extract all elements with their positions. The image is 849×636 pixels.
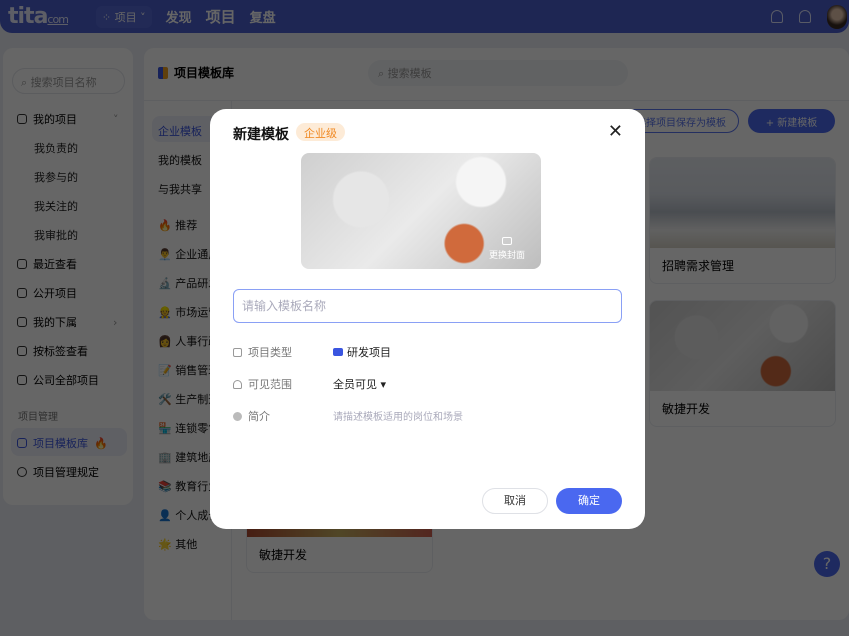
bell-icon[interactable] — [799, 10, 811, 23]
sidebar-sub-item[interactable]: 我负责的 — [34, 140, 78, 156]
top-header: titacom ⁘ 项目 ˅ 发现 项目 复盘 — [0, 0, 849, 33]
tag-icon — [17, 346, 27, 356]
sidebar-item-tags[interactable]: 按标签查看 — [17, 343, 88, 359]
library-icon — [158, 66, 168, 79]
enterprise-badge: 企业级 — [296, 123, 345, 141]
people-icon — [17, 375, 27, 385]
lock-icon — [17, 114, 27, 124]
type-select[interactable]: 研发项目 — [333, 344, 391, 360]
search-icon — [17, 259, 27, 269]
sidebar-sub-item[interactable]: 我参与的 — [34, 169, 78, 185]
question-icon — [233, 411, 242, 421]
list-icon — [17, 288, 27, 298]
user-icon — [233, 379, 242, 389]
visibility-select[interactable]: 全员可见 ▾ — [333, 376, 386, 392]
camera-icon — [501, 237, 512, 245]
sidebar-item-template-library[interactable]: 项目模板库 🔥 — [17, 435, 108, 451]
chevron-down-icon: ˅ — [113, 112, 119, 126]
confirm-button[interactable]: 确定 — [556, 488, 622, 514]
help-button[interactable]: ? — [814, 551, 840, 577]
intro-input[interactable]: 请描述模板适用的岗位和场景 — [333, 408, 463, 423]
change-cover-button[interactable]: 更换封面 — [489, 237, 525, 261]
sidebar-item-rules[interactable]: 项目管理规定 — [17, 464, 99, 480]
sidebar: ⌕ 搜索项目名称 我的项目 ˅ 我负责的 我参与的 我关注的 我审批的 最近查看 … — [3, 48, 133, 505]
nav-project[interactable]: 项目 — [206, 6, 236, 27]
sidebar-sub-item[interactable]: 我关注的 — [34, 198, 78, 214]
chevron-right-icon: › — [113, 315, 118, 329]
intro-label: 简介 — [233, 408, 270, 424]
template-icon — [17, 438, 27, 448]
new-template-dialog: 新建模板 企业级 ✕ 更换封面 项目类型 研发项目 可见范围 全员可见 ▾ 简介… — [210, 109, 645, 529]
visibility-label: 可见范围 — [233, 376, 292, 392]
template-card[interactable]: 敏捷开发 — [649, 300, 836, 427]
cover-image: 更换封面 — [301, 153, 541, 269]
sidebar-item-subordinates[interactable]: 我的下属 › — [17, 314, 117, 330]
tab-mine[interactable]: 我的模板 — [158, 152, 202, 168]
sidebar-item-recent[interactable]: 最近查看 — [17, 256, 77, 272]
nav-review[interactable]: 复盘 — [250, 7, 276, 26]
type-label: 项目类型 — [233, 344, 292, 360]
nav-discover[interactable]: 发现 — [166, 7, 192, 26]
tab-enterprise[interactable]: 企业模板 — [158, 123, 202, 139]
section-label: 项目管理 — [18, 412, 58, 423]
app-switcher[interactable]: ⁘ 项目 ˅ — [95, 5, 152, 28]
close-icon[interactable]: ✕ — [608, 121, 623, 142]
rules-icon — [17, 467, 27, 477]
cancel-button[interactable]: 取消 — [482, 488, 548, 514]
page-title: 项目模板库 — [158, 64, 234, 81]
category-item[interactable]: 🔥 推荐 — [158, 217, 197, 233]
new-template-button[interactable]: + 新建模板 — [748, 109, 835, 133]
sidebar-item-all[interactable]: 公司全部项目 — [17, 372, 99, 388]
fire-icon: 🔥 — [94, 436, 108, 450]
project-search-input[interactable]: ⌕ 搜索项目名称 — [12, 68, 125, 94]
sidebar-item-public[interactable]: 公开项目 — [17, 285, 77, 301]
sidebar-item-my-projects[interactable]: 我的项目 ˅ — [17, 111, 119, 127]
folder-icon — [333, 348, 343, 356]
tita-logo[interactable]: titacom — [8, 4, 69, 29]
home-icon[interactable] — [771, 10, 783, 23]
tab-shared[interactable]: 与我共享 — [158, 181, 202, 197]
sidebar-sub-item[interactable]: 我审批的 — [34, 227, 78, 243]
dialog-title: 新建模板 — [233, 127, 289, 143]
category-item[interactable]: 🌟 其他 — [158, 536, 197, 552]
layers-icon — [233, 347, 242, 357]
template-card[interactable]: 招聘需求管理 — [649, 157, 836, 284]
org-icon — [17, 317, 27, 327]
template-search-input[interactable]: ⌕ 搜索模板 — [368, 60, 628, 86]
template-name-input[interactable] — [233, 289, 622, 323]
avatar[interactable] — [827, 4, 847, 29]
